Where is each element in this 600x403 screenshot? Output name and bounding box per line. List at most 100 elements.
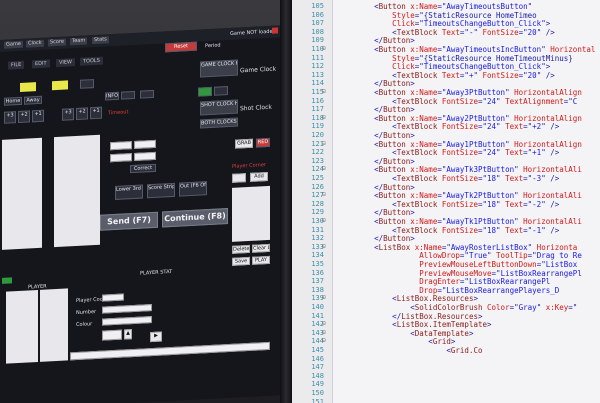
fold-toggle-icon[interactable]: ⊟: [322, 88, 329, 95]
fold-toggle-icon[interactable]: ⊟: [322, 45, 329, 52]
app-tab[interactable]: Team: [70, 37, 88, 46]
scoreboard-app-window: Game Clock Score Team Stats Game NOT loa…: [0, 25, 284, 403]
app-tab[interactable]: Clock: [26, 39, 44, 48]
menu-item[interactable]: VIEW: [56, 58, 75, 68]
menu-item[interactable]: FILE: [8, 60, 25, 70]
close-icon[interactable]: [272, 27, 278, 34]
line-number: 123: [311, 156, 324, 165]
add-button[interactable]: Add: [250, 171, 268, 182]
colour-input[interactable]: [102, 316, 152, 326]
app-tab[interactable]: Stats: [92, 36, 109, 45]
score-plus-3[interactable]: +3: [4, 111, 16, 124]
player-code-input[interactable]: [102, 293, 124, 302]
line-number: 105: [311, 2, 324, 10]
line-number: 134: [311, 251, 324, 260]
arrow-up-icon[interactable]: ▲: [124, 329, 132, 340]
clear-list-button[interactable]: Clear List: [252, 243, 270, 253]
line-number: 143: [311, 328, 324, 337]
home-button[interactable]: Home: [4, 96, 22, 106]
score-strip-button[interactable]: Score Strip In (F5 Off): [147, 182, 175, 199]
fold-toggle-icon[interactable]: ⊟: [322, 140, 329, 147]
clock-start-button[interactable]: [198, 86, 212, 97]
period-label: Period: [205, 42, 221, 50]
clock-stop-button[interactable]: [214, 86, 228, 96]
player-corner-list[interactable]: [232, 185, 270, 242]
line-number: 110: [311, 45, 324, 53]
lower-third-button[interactable]: Lower 3rd (F1): [115, 184, 143, 200]
reset-button[interactable]: Reset: [165, 41, 197, 53]
line-number: 139: [311, 294, 324, 303]
home-roster-list[interactable]: [2, 137, 42, 250]
shot-clock-hide-button[interactable]: SHOT CLOCK HIDE: [200, 99, 238, 116]
fold-toggle-icon[interactable]: ⊟: [322, 243, 329, 250]
score-plus-2[interactable]: +2: [18, 110, 30, 124]
monitor-bezel: [280, 0, 292, 403]
fold-toggle-icon[interactable]: ⊟: [322, 320, 329, 327]
stat-list-right[interactable]: [40, 288, 68, 362]
game-clock-hide-button[interactable]: GAME CLOCK HIDE: [200, 59, 238, 78]
play-button[interactable]: PLAY: [252, 255, 270, 265]
player-corner-input[interactable]: [232, 173, 246, 183]
line-number: 147: [311, 363, 324, 372]
app-title-bar: Game Clock Score Team Stats Game NOT loa…: [0, 25, 282, 52]
small-button[interactable]: [140, 89, 154, 99]
app-tab[interactable]: Score: [48, 38, 67, 47]
number-input[interactable]: [102, 304, 152, 314]
line-number: 148: [311, 371, 324, 380]
fold-toggle-icon[interactable]: ⊟: [322, 114, 329, 121]
line-number: 129: [311, 208, 324, 217]
small-button[interactable]: [121, 90, 135, 100]
menu-item[interactable]: EDIT: [32, 59, 50, 69]
foul-input[interactable]: [110, 141, 132, 151]
fold-toggle-icon[interactable]: ⊟: [322, 337, 329, 344]
red-button[interactable]: RED: [256, 137, 270, 148]
stat-list-left[interactable]: [6, 290, 38, 364]
shot-clock-title: Shot Clock: [240, 103, 272, 113]
number-label: Number: [76, 308, 97, 317]
home-color-swatch[interactable]: [20, 82, 36, 92]
score-plus-2[interactable]: +2: [76, 107, 88, 121]
line-number: 116: [311, 96, 324, 105]
correct-input[interactable]: [110, 153, 132, 163]
app-tab[interactable]: Game: [4, 40, 23, 49]
stat-strip-input[interactable]: [70, 341, 270, 361]
small-button[interactable]: [80, 79, 94, 89]
away-roster-list[interactable]: [54, 134, 100, 248]
grab-button[interactable]: GRAB: [235, 138, 253, 149]
menu-item[interactable]: TOOLS: [80, 56, 103, 66]
away-button[interactable]: Away: [24, 95, 42, 105]
fold-toggle-icon[interactable]: ⊟: [322, 329, 329, 336]
both-clocks-hide-button[interactable]: BOTH CLOCKS HIDE: [200, 117, 238, 129]
out-button[interactable]: Out (F6 Off): [179, 181, 207, 197]
fold-toggle-icon[interactable]: ⊟: [322, 191, 329, 198]
line-number: 131: [311, 225, 324, 234]
correct-button[interactable]: Correct: [130, 163, 156, 174]
away-color-swatch[interactable]: [52, 80, 68, 91]
info-button[interactable]: INFO: [105, 91, 119, 101]
fold-toggle-icon[interactable]: ⊟: [322, 165, 329, 172]
score-plus-1[interactable]: +1: [32, 109, 44, 123]
score-plus-1[interactable]: +1: [90, 106, 102, 120]
save-button[interactable]: Save: [232, 256, 250, 266]
line-number: 144: [311, 337, 324, 346]
line-number: 120: [311, 131, 324, 139]
code-editor[interactable]: 105 <Button x:Name="AwayTimeoutsButton" 1…: [292, 0, 600, 403]
score-plus-3[interactable]: +3: [62, 108, 74, 121]
timeout-label: Timeout: [108, 109, 129, 117]
correct-input[interactable]: [134, 151, 156, 161]
line-number: 138: [311, 285, 324, 294]
arrow-right-icon[interactable]: ▶: [150, 331, 162, 343]
continue-button[interactable]: Continue (F8): [162, 208, 228, 228]
foul-input[interactable]: [134, 139, 156, 149]
delete-button[interactable]: Delete: [232, 244, 250, 254]
line-number: 114: [311, 79, 324, 88]
fold-toggle-icon[interactable]: ⊟: [322, 217, 329, 224]
line-number: 150: [311, 389, 324, 397]
line-number: 141: [311, 311, 324, 320]
line-number: 111: [311, 53, 324, 62]
fold-toggle-icon[interactable]: ⊟: [322, 294, 329, 301]
send-button[interactable]: Send (F7): [100, 211, 158, 231]
line-number: 130: [311, 217, 324, 225]
code-line[interactable]: <Grid.Co: [338, 346, 482, 355]
stat-input[interactable]: [102, 329, 122, 341]
